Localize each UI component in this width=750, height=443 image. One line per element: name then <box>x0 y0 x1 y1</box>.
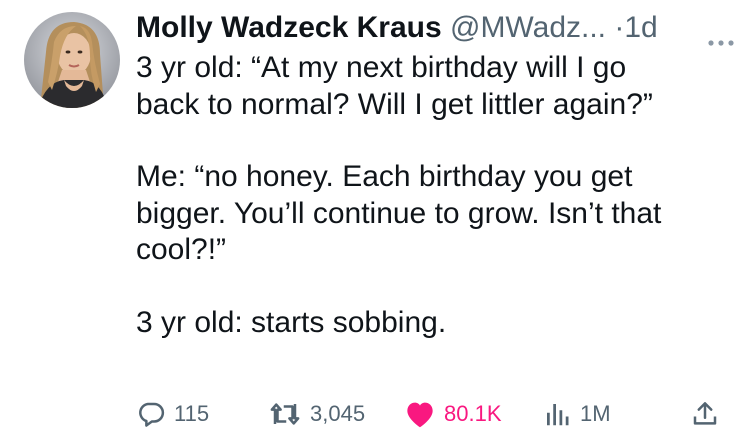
tweet-line: 3 yr old: “At my next birthday will I go <box>136 51 627 84</box>
retweet-arrows-icon <box>270 403 300 425</box>
tweet-line: 3 yr old: starts sobbing. <box>136 305 447 339</box>
views-count: 1M <box>580 401 611 426</box>
views-button[interactable]: 1M <box>542 396 611 432</box>
tweet: Molly Wadzeck Kraus @MWadz... ·1d 3 yr o… <box>0 0 750 443</box>
share-upload-icon <box>693 402 717 425</box>
heart-icon <box>407 402 433 428</box>
reply-button[interactable]: 115 <box>136 396 209 432</box>
tweet-line: Me: “no honey. Each birthday you get <box>136 160 633 193</box>
like-button[interactable]: 80.1K <box>404 396 502 432</box>
retweet-button[interactable]: 3,045 <box>268 396 365 432</box>
bar-chart-icon <box>547 404 569 426</box>
action-bar: 115 3,045 80.1K 1M <box>136 396 726 432</box>
share-button[interactable] <box>690 396 720 432</box>
author-name[interactable]: Molly Wadzeck Kraus <box>136 11 442 44</box>
tweet-text: 3 yr old: “At my next birthday will I go… <box>136 50 736 341</box>
timestamp[interactable]: 1d <box>624 11 657 44</box>
tweet-header: Molly Wadzeck Kraus @MWadz... ·1d <box>136 8 736 48</box>
retweet-count: 3,045 <box>310 401 366 426</box>
avatar[interactable] <box>24 12 120 108</box>
tweet-line: back to normal? Will I get littler again… <box>136 87 653 121</box>
like-count: 80.1K <box>444 401 502 426</box>
more-dots-icon[interactable] <box>706 20 736 46</box>
speech-bubble-icon <box>139 402 165 427</box>
tweet-line: cool?!” <box>136 233 227 266</box>
tweet-line: bigger. You’ll continue to grow. Isn’t t… <box>136 196 662 230</box>
separator-dot: · <box>614 11 625 44</box>
reply-count: 115 <box>174 401 210 426</box>
author-handle[interactable]: @MWadz... <box>450 11 606 44</box>
